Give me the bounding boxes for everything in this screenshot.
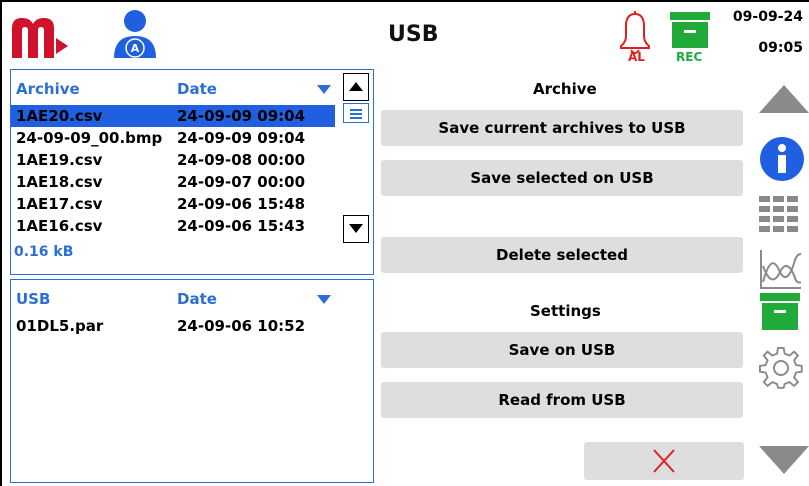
usb-rows: 01DL5.par 24-09-06 10:52 bbox=[11, 315, 335, 443]
file-name: 1AE18.csv bbox=[16, 173, 103, 191]
date-column-header[interactable]: Date bbox=[177, 80, 217, 98]
file-name: 1AE17.csv bbox=[16, 195, 103, 213]
delete-selected-button[interactable]: Delete selected bbox=[381, 237, 743, 273]
settings-section-heading: Settings bbox=[530, 302, 601, 320]
alarm-label: AL bbox=[628, 50, 645, 64]
table-row[interactable]: 01DL5.par 24-09-06 10:52 bbox=[11, 315, 335, 337]
trend-chart-icon[interactable] bbox=[759, 248, 803, 290]
file-name: 1AE20.csv bbox=[16, 107, 103, 125]
scrollbar-thumb[interactable] bbox=[343, 103, 369, 123]
save-current-archives-button[interactable]: Save current archives to USB bbox=[381, 110, 743, 146]
record-label: REC bbox=[676, 50, 703, 64]
file-date: 24-09-06 10:52 bbox=[177, 317, 306, 335]
page-title: USB bbox=[388, 22, 439, 47]
file-date: 24-09-06 15:43 bbox=[177, 217, 306, 233]
file-name: 1AE19.csv bbox=[16, 151, 103, 169]
table-row[interactable]: 1AE20.csv 24-09-09 09:04 bbox=[11, 105, 335, 127]
date-column-header[interactable]: Date bbox=[177, 290, 217, 308]
table-row[interactable]: 24-09-09_00.bmp 24-09-09 09:04 bbox=[11, 127, 335, 149]
scroll-down-button[interactable] bbox=[343, 215, 369, 243]
archive-rows: 1AE20.csv 24-09-09 09:04 24-09-09_00.bmp… bbox=[11, 105, 335, 233]
file-date: 24-09-09 09:04 bbox=[177, 129, 306, 147]
file-date: 24-09-09 09:04 bbox=[177, 107, 306, 125]
table-row[interactable]: 1AE17.csv 24-09-06 15:48 bbox=[11, 193, 335, 215]
sort-descending-icon[interactable] bbox=[317, 85, 331, 94]
top-border bbox=[0, 0, 809, 2]
archive-box-icon[interactable] bbox=[759, 292, 801, 332]
archive-section-heading: Archive bbox=[533, 80, 597, 98]
usb-list-panel: USB Date 01DL5.par 24-09-06 10:52 bbox=[10, 279, 374, 483]
save-on-usb-button[interactable]: Save on USB bbox=[381, 332, 743, 368]
archive-column-header[interactable]: Archive bbox=[16, 80, 80, 98]
file-date: 24-09-08 00:00 bbox=[177, 151, 306, 169]
usb-column-header[interactable]: USB bbox=[16, 290, 50, 308]
file-name: 01DL5.par bbox=[16, 317, 104, 335]
logo-icon[interactable] bbox=[10, 14, 70, 60]
close-icon bbox=[653, 449, 675, 473]
close-button[interactable] bbox=[584, 442, 744, 480]
table-row[interactable]: 1AE18.csv 24-09-07 00:00 bbox=[11, 171, 335, 193]
page-down-icon[interactable] bbox=[759, 446, 809, 474]
info-icon[interactable] bbox=[759, 136, 805, 182]
user-badge-label: A bbox=[130, 42, 140, 55]
file-name: 1AE16.csv bbox=[16, 217, 103, 233]
read-from-usb-button[interactable]: Read from USB bbox=[381, 382, 743, 418]
file-date: 24-09-07 00:00 bbox=[177, 173, 306, 191]
table-view-icon[interactable] bbox=[759, 194, 799, 234]
time-display: 09:05 bbox=[758, 40, 803, 56]
left-border bbox=[0, 0, 2, 486]
file-date: 24-09-06 15:48 bbox=[177, 195, 306, 213]
page-up-icon[interactable] bbox=[759, 85, 809, 113]
date-display: 09-09-24 bbox=[732, 9, 803, 25]
settings-gear-icon[interactable] bbox=[759, 346, 803, 390]
save-selected-button[interactable]: Save selected on USB bbox=[381, 160, 743, 196]
table-row[interactable]: 1AE16.csv 24-09-06 15:43 bbox=[11, 215, 335, 233]
table-row[interactable]: 1AE19.csv 24-09-08 00:00 bbox=[11, 149, 335, 171]
selected-file-size: 0.16 kB bbox=[14, 244, 74, 260]
scroll-up-button[interactable] bbox=[343, 73, 369, 101]
archive-list-panel: Archive Date 1AE20.csv 24-09-09 09:04 24… bbox=[10, 69, 374, 275]
sort-descending-icon[interactable] bbox=[317, 295, 331, 304]
file-name: 24-09-09_00.bmp bbox=[16, 129, 163, 147]
